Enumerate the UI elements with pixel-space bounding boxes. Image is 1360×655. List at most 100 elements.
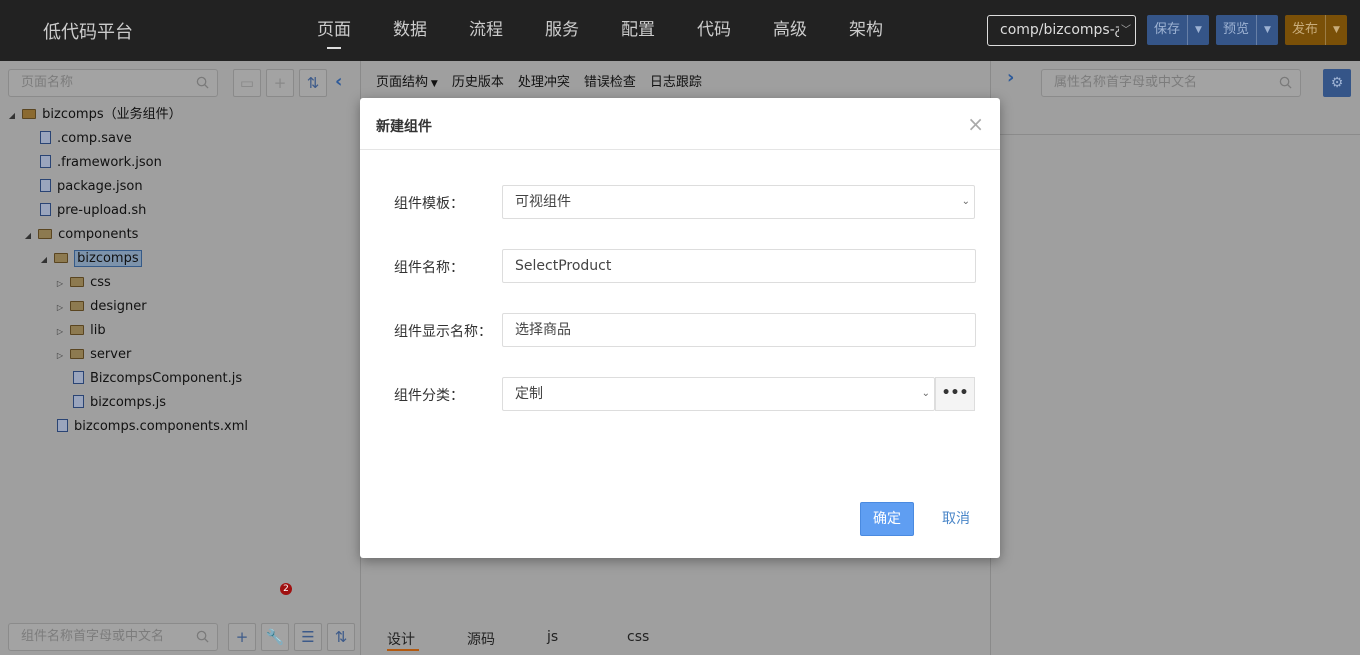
tab-error-check[interactable]: 错误检查: [584, 71, 636, 90]
preview-dropdown-icon[interactable]: ▼: [1256, 15, 1278, 45]
tab-js[interactable]: js: [547, 629, 627, 651]
tree-node-folder[interactable]: ▷ designer: [54, 296, 147, 318]
tree-node-file[interactable]: .framework.json: [40, 152, 162, 174]
gear-icon[interactable]: ⚙: [1323, 69, 1351, 97]
tab-design[interactable]: 设计: [387, 629, 419, 651]
notification-badge: 2: [280, 583, 292, 595]
nav-item-flow[interactable]: 流程: [448, 0, 524, 61]
collapsed-icon[interactable]: ▷: [54, 321, 66, 343]
cancel-button[interactable]: 取消: [942, 502, 982, 536]
tree-label: designer: [90, 299, 147, 314]
add-component-icon[interactable]: +: [228, 623, 256, 651]
tab-page-structure[interactable]: 页面结构: [376, 71, 438, 90]
component-name-input[interactable]: SelectProduct: [502, 249, 976, 283]
expand-right-icon[interactable]: ›: [1007, 67, 1014, 88]
expanded-icon[interactable]: ◢: [22, 225, 34, 247]
collapsed-icon[interactable]: ▷: [54, 273, 66, 295]
tree-node-file[interactable]: pre-upload.sh: [40, 200, 146, 222]
field-template-label: 组件模板：: [394, 196, 464, 212]
expanded-icon[interactable]: ◢: [38, 249, 50, 271]
nav-item-page[interactable]: 页面: [296, 0, 372, 61]
file-icon: [73, 395, 84, 408]
save-button[interactable]: 保存: [1147, 15, 1187, 45]
component-search-placeholder: 组件名称首字母或中文名: [21, 629, 165, 644]
template-select[interactable]: 可视组件 ⌄: [502, 185, 975, 219]
tab-css[interactable]: css: [627, 629, 707, 651]
field-display-name-row: 组件显示名称： 选择商品: [394, 313, 976, 347]
search-icon: [196, 630, 209, 643]
publish-dropdown-icon[interactable]: ▼: [1325, 15, 1347, 45]
field-name-label: 组件名称：: [394, 260, 464, 276]
top-bar: 低代码平台 页面 数据 流程 服务 配置 代码 高级 架构 comp/bizco…: [0, 0, 1360, 61]
field-category-label: 组件分类：: [394, 388, 464, 404]
chevron-down-icon: ﹀: [1119, 16, 1131, 45]
template-select-value: 可视组件: [515, 194, 571, 210]
sort-icon[interactable]: ⇅: [327, 623, 355, 651]
new-folder-icon[interactable]: ▭: [233, 69, 261, 97]
folder-icon: [70, 324, 85, 335]
folder-icon: [38, 228, 53, 239]
tree-node-root[interactable]: ◢ bizcomps（业务组件）: [6, 104, 182, 126]
nav-item-data[interactable]: 数据: [372, 0, 448, 61]
preview-button[interactable]: 预览: [1216, 15, 1256, 45]
editor-mode-tabs: 设计 源码 js css: [387, 629, 707, 651]
path-select[interactable]: comp/bizcomps-ᵹ ﹀: [987, 15, 1136, 46]
tree-label: css: [90, 275, 111, 290]
expanded-icon[interactable]: ◢: [6, 105, 18, 127]
tree-node-folder[interactable]: ▷ css: [54, 272, 111, 294]
tab-history[interactable]: 历史版本: [452, 71, 504, 90]
tree-label: BizcompsComponent.js: [90, 371, 243, 386]
nav-item-advanced[interactable]: 高级: [752, 0, 828, 61]
save-dropdown-icon[interactable]: ▼: [1187, 15, 1209, 45]
category-select-value: 定制: [515, 386, 543, 402]
tree-node-file[interactable]: BizcompsComponent.js: [73, 368, 242, 390]
wrench-icon[interactable]: 🔧: [261, 623, 289, 651]
sort-icon[interactable]: ⇅: [299, 69, 327, 97]
tree-node-folder-selected[interactable]: ◢ bizcomps: [38, 248, 142, 270]
nav-item-architecture[interactable]: 架构: [828, 0, 904, 61]
chevron-down-icon: ⌄: [921, 388, 930, 399]
save-split-button: 保存 ▼: [1147, 15, 1210, 45]
field-template-row: 组件模板： 可视组件 ⌄: [394, 185, 976, 219]
list-order-icon[interactable]: ☰: [294, 623, 322, 651]
tree-node-folder[interactable]: ◢ components: [22, 224, 139, 247]
tree-node-folder[interactable]: ▷ lib: [54, 320, 106, 342]
tree-node-folder[interactable]: ▷ server: [54, 344, 131, 366]
collapse-left-icon[interactable]: ‹: [335, 71, 342, 92]
file-icon: [40, 155, 51, 168]
nav-item-code[interactable]: 代码: [676, 0, 752, 61]
more-options-button[interactable]: •••: [935, 377, 975, 411]
property-search-placeholder: 属性名称首字母或中文名: [1054, 75, 1198, 90]
tree-label: server: [90, 347, 132, 362]
page-search-input[interactable]: 页面名称: [8, 69, 218, 97]
file-icon: [40, 131, 51, 144]
preview-split-button: 预览 ▼: [1216, 15, 1279, 45]
folder-icon: [70, 300, 85, 311]
tab-source[interactable]: 源码: [467, 629, 547, 651]
tree-node-file[interactable]: bizcomps.js: [73, 392, 166, 414]
tab-log-trace[interactable]: 日志跟踪: [650, 71, 702, 90]
tree-node-file[interactable]: .comp.save: [40, 128, 132, 150]
ok-button[interactable]: 确定: [860, 502, 914, 536]
page-search-placeholder: 页面名称: [21, 75, 74, 90]
file-icon: [57, 419, 68, 432]
property-search-input[interactable]: 属性名称首字母或中文名: [1041, 69, 1301, 97]
chevron-down-icon: ⌄: [961, 196, 970, 207]
category-select[interactable]: 定制 ⌄: [502, 377, 935, 411]
tree-node-file[interactable]: package.json: [40, 176, 143, 198]
collapsed-icon[interactable]: ▷: [54, 345, 66, 367]
tree-label: bizcomps.components.xml: [74, 419, 249, 434]
close-icon[interactable]: ×: [967, 112, 984, 136]
tree-node-file[interactable]: bizcomps.components.xml: [57, 416, 248, 438]
app-title: 低代码平台: [43, 22, 133, 43]
nav-item-service[interactable]: 服务: [524, 0, 600, 61]
tree-label: bizcomps（业务组件）: [42, 107, 182, 122]
tree-label: bizcomps.js: [90, 395, 166, 410]
nav-item-config[interactable]: 配置: [600, 0, 676, 61]
collapsed-icon[interactable]: ▷: [54, 297, 66, 319]
display-name-input[interactable]: 选择商品: [502, 313, 976, 347]
publish-button[interactable]: 发布: [1285, 15, 1325, 45]
tab-conflicts[interactable]: 处理冲突: [518, 71, 570, 90]
add-icon[interactable]: +: [266, 69, 294, 97]
component-search-input[interactable]: 组件名称首字母或中文名: [8, 623, 218, 651]
